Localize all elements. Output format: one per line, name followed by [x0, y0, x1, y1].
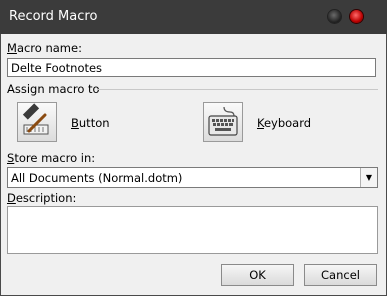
- chevron-down-icon[interactable]: ▼: [360, 168, 377, 187]
- store-macro-value: All Documents (Normal.dotm): [11, 171, 183, 185]
- store-macro-select[interactable]: All Documents (Normal.dotm) ▼: [7, 167, 378, 188]
- store-macro-label: Store macro in:: [7, 151, 96, 165]
- button-option-label: Button: [71, 116, 110, 130]
- record-macro-dialog: Record Macro Macro name: Assign macro to…: [0, 0, 387, 296]
- macro-name-input[interactable]: [7, 58, 376, 77]
- minimize-icon[interactable]: [328, 10, 341, 23]
- window-title: Record Macro: [9, 9, 98, 24]
- keyboard-icon: [208, 106, 238, 136]
- assign-divider: [97, 89, 378, 90]
- keyboard-option-label: Keyboard: [257, 116, 312, 130]
- hammer-icon: [22, 103, 49, 135]
- dialog-body: Macro name: Assign macro to Button: [1, 34, 386, 295]
- assign-button-button[interactable]: [17, 102, 57, 142]
- ok-button[interactable]: OK: [221, 264, 294, 286]
- cancel-button[interactable]: Cancel: [304, 264, 377, 286]
- assign-macro-label: Assign macro to: [7, 82, 100, 96]
- macro-name-label: Macro name:: [7, 41, 82, 55]
- assign-keyboard-button[interactable]: [203, 102, 243, 142]
- description-textarea[interactable]: [7, 206, 378, 254]
- title-bar: Record Macro: [0, 0, 387, 34]
- close-icon[interactable]: [350, 10, 363, 23]
- description-label: Description:: [7, 191, 77, 205]
